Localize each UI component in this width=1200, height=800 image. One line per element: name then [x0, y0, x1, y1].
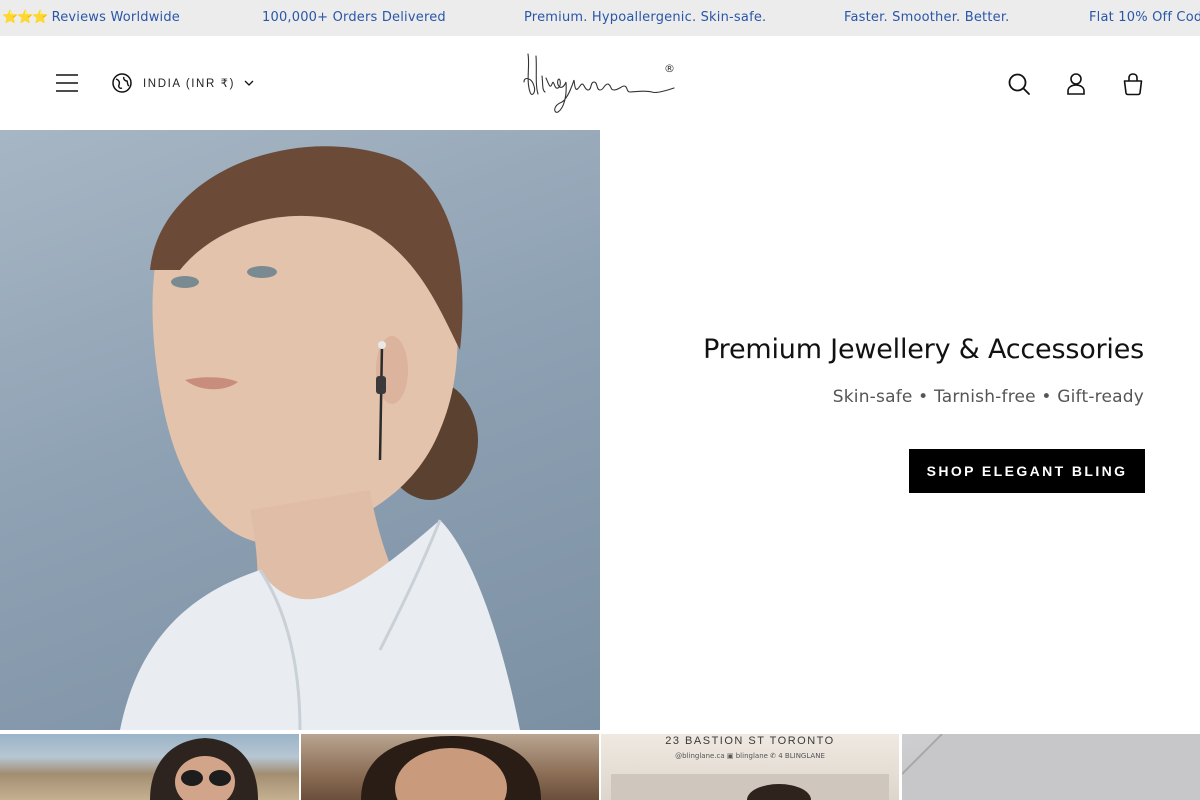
globe-icon [112, 73, 132, 93]
site-header: INDIA (INR ₹) ® [0, 36, 1200, 130]
announcement-item-offer: Flat 10% Off Cod [1089, 10, 1200, 25]
hamburger-menu-icon [56, 74, 78, 92]
locale-selector[interactable]: INDIA (INR ₹) [112, 72, 254, 94]
chevron-down-icon [244, 78, 254, 88]
hero-image [0, 130, 600, 730]
mirror-photo [902, 734, 1200, 800]
search-icon [1008, 73, 1030, 95]
store-photo [611, 774, 889, 800]
cart-button[interactable] [1119, 70, 1147, 98]
gallery-tile-mirror[interactable] [902, 734, 1200, 800]
locale-label: INDIA (INR ₹) [143, 78, 236, 90]
announcement-item-reviews: ⭐⭐⭐ Reviews Worldwide [2, 10, 180, 25]
gallery-tiles: 23 BASTION ST TORONTO @blinglane.ca ▣ bl… [0, 734, 1200, 800]
hero-subtitle: Skin-safe • Tarnish-free • Gift-ready [832, 387, 1144, 407]
announcement-item-orders: 100,000+ Orders Delivered [262, 10, 446, 25]
beach-photo [150, 738, 258, 800]
portrait-illustration [120, 146, 520, 730]
search-button[interactable] [1005, 70, 1033, 98]
shopping-bag-icon [1123, 73, 1143, 96]
gallery-tile-store[interactable]: 23 BASTION ST TORONTO @blinglane.ca ▣ bl… [601, 734, 899, 800]
hero-title: Premium Jewellery & Accessories [703, 334, 1144, 365]
shop-elegant-bling-button[interactable]: SHOP ELEGANT BLING [909, 449, 1145, 493]
menu-button[interactable] [52, 70, 82, 96]
user-icon [1067, 73, 1085, 95]
registered-mark: ® [664, 62, 675, 75]
hero-text-block: Premium Jewellery & Accessories Skin-saf… [604, 334, 1144, 407]
account-button[interactable] [1063, 70, 1089, 98]
portrait-photo [361, 736, 541, 800]
star-rating-icon: ⭐⭐⭐ [2, 10, 49, 25]
announcement-item-premium: Premium. Hypoallergenic. Skin-safe. [524, 10, 767, 25]
announcement-bar: ⭐⭐⭐ Reviews Worldwide 100,000+ Orders Del… [0, 0, 1200, 36]
brand-logo[interactable]: ® [518, 46, 682, 120]
gallery-tile-portrait[interactable] [301, 734, 599, 800]
announcement-item-faster: Faster. Smoother. Better. [844, 10, 1010, 25]
logo-script-image [523, 53, 675, 113]
gallery-tile-beach[interactable] [0, 734, 299, 800]
